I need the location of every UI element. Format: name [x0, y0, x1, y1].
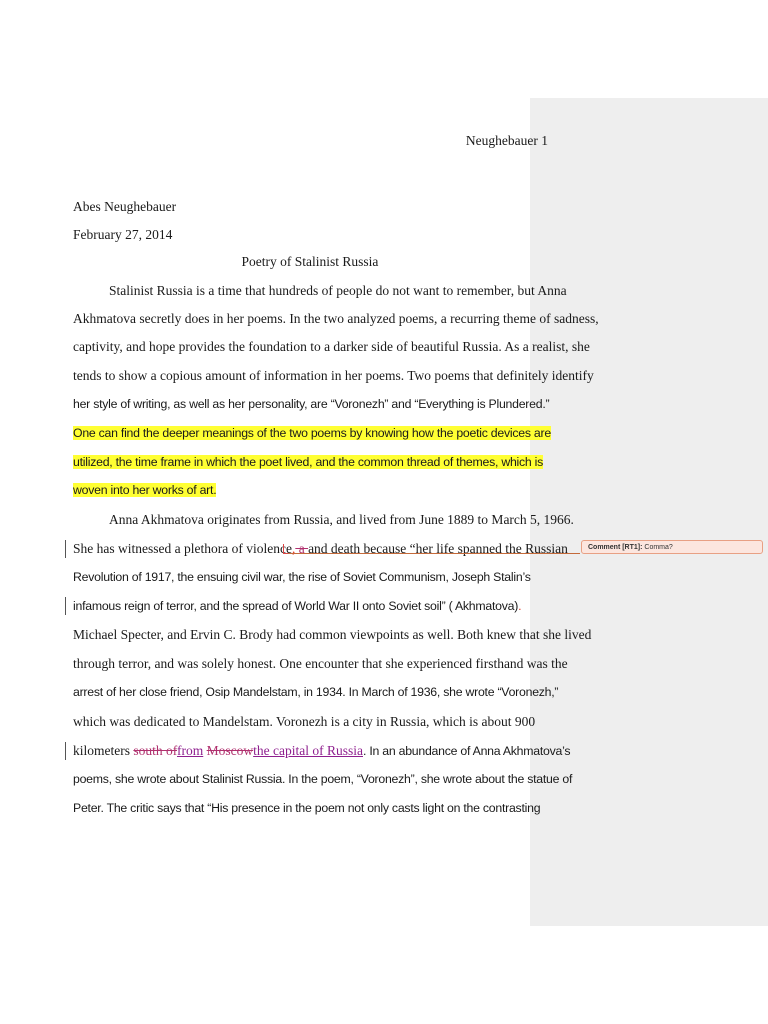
p2-line-3: Revolution of 1917, the ensuing civil wa…	[73, 570, 531, 584]
p1-line-5: her style of writing, as well as her per…	[73, 397, 550, 411]
change-bar	[65, 742, 66, 760]
inserted-text: from	[177, 743, 204, 758]
comment-anchor-line	[288, 553, 580, 554]
p2-line-8: which was dedicated to Mandelstam. Voron…	[73, 714, 536, 729]
p2-line-5: Michael Specter, and Ervin C. Brody had …	[73, 627, 592, 642]
essay-title: Poetry of Stalinist Russia	[241, 254, 379, 269]
change-bar	[65, 597, 66, 615]
p1-line-8: woven into her works of art.	[73, 483, 217, 497]
p2-line-1: Anna Akhmatova originates from Russia, a…	[109, 512, 574, 527]
p2-line-9: kilometers south offrom Moscowthe capita…	[73, 743, 571, 758]
p2-line-2: She has witnessed a plethora of violence…	[73, 541, 568, 556]
change-bar	[65, 540, 66, 558]
highlighted-text: woven into her works of art.	[73, 483, 217, 497]
comment-label: Comment [RT1]:	[588, 544, 643, 551]
p2-line-7: arrest of her close friend, Osip Mandels…	[73, 685, 559, 699]
inserted-text: the capital of Russia	[253, 743, 363, 758]
deleted-text: Moscow	[206, 743, 254, 758]
p1-line-4: tends to show a copious amount of inform…	[73, 368, 594, 383]
inserted-period: .	[518, 599, 522, 613]
p1-line-6: One can find the deeper meanings of the …	[73, 426, 551, 440]
p1-line-2: Akhmatova secretly does in her poems. In…	[73, 311, 599, 326]
p1-line-3: captivity, and hope provides the foundat…	[73, 339, 590, 354]
deleted-text: south of	[133, 743, 178, 758]
p2-line-10: poems, she wrote about Stalinist Russia.…	[73, 772, 573, 786]
highlighted-text: One can find the deeper meanings of the …	[73, 426, 551, 440]
p2-line-4: infamous reign of terror, and the spread…	[73, 599, 522, 613]
p2-line-11: Peter. The critic says that “His presenc…	[73, 801, 541, 815]
p1-line-1: Stalinist Russia is a time that hundreds…	[109, 283, 567, 298]
page-header: Neughebauer 1	[465, 133, 548, 148]
p2-line-6: through terror, and was solely honest. O…	[73, 656, 568, 671]
comment-text: Comma?	[644, 544, 673, 551]
comment-balloon[interactable]: Comment [RT1]: Comma?	[581, 540, 763, 554]
document-date: February 27, 2014	[73, 227, 173, 242]
highlighted-text: utilized, the time frame in which the po…	[73, 455, 544, 469]
p1-line-7: utilized, the time frame in which the po…	[73, 455, 543, 469]
author-name: Abes Neughebauer	[73, 199, 177, 214]
